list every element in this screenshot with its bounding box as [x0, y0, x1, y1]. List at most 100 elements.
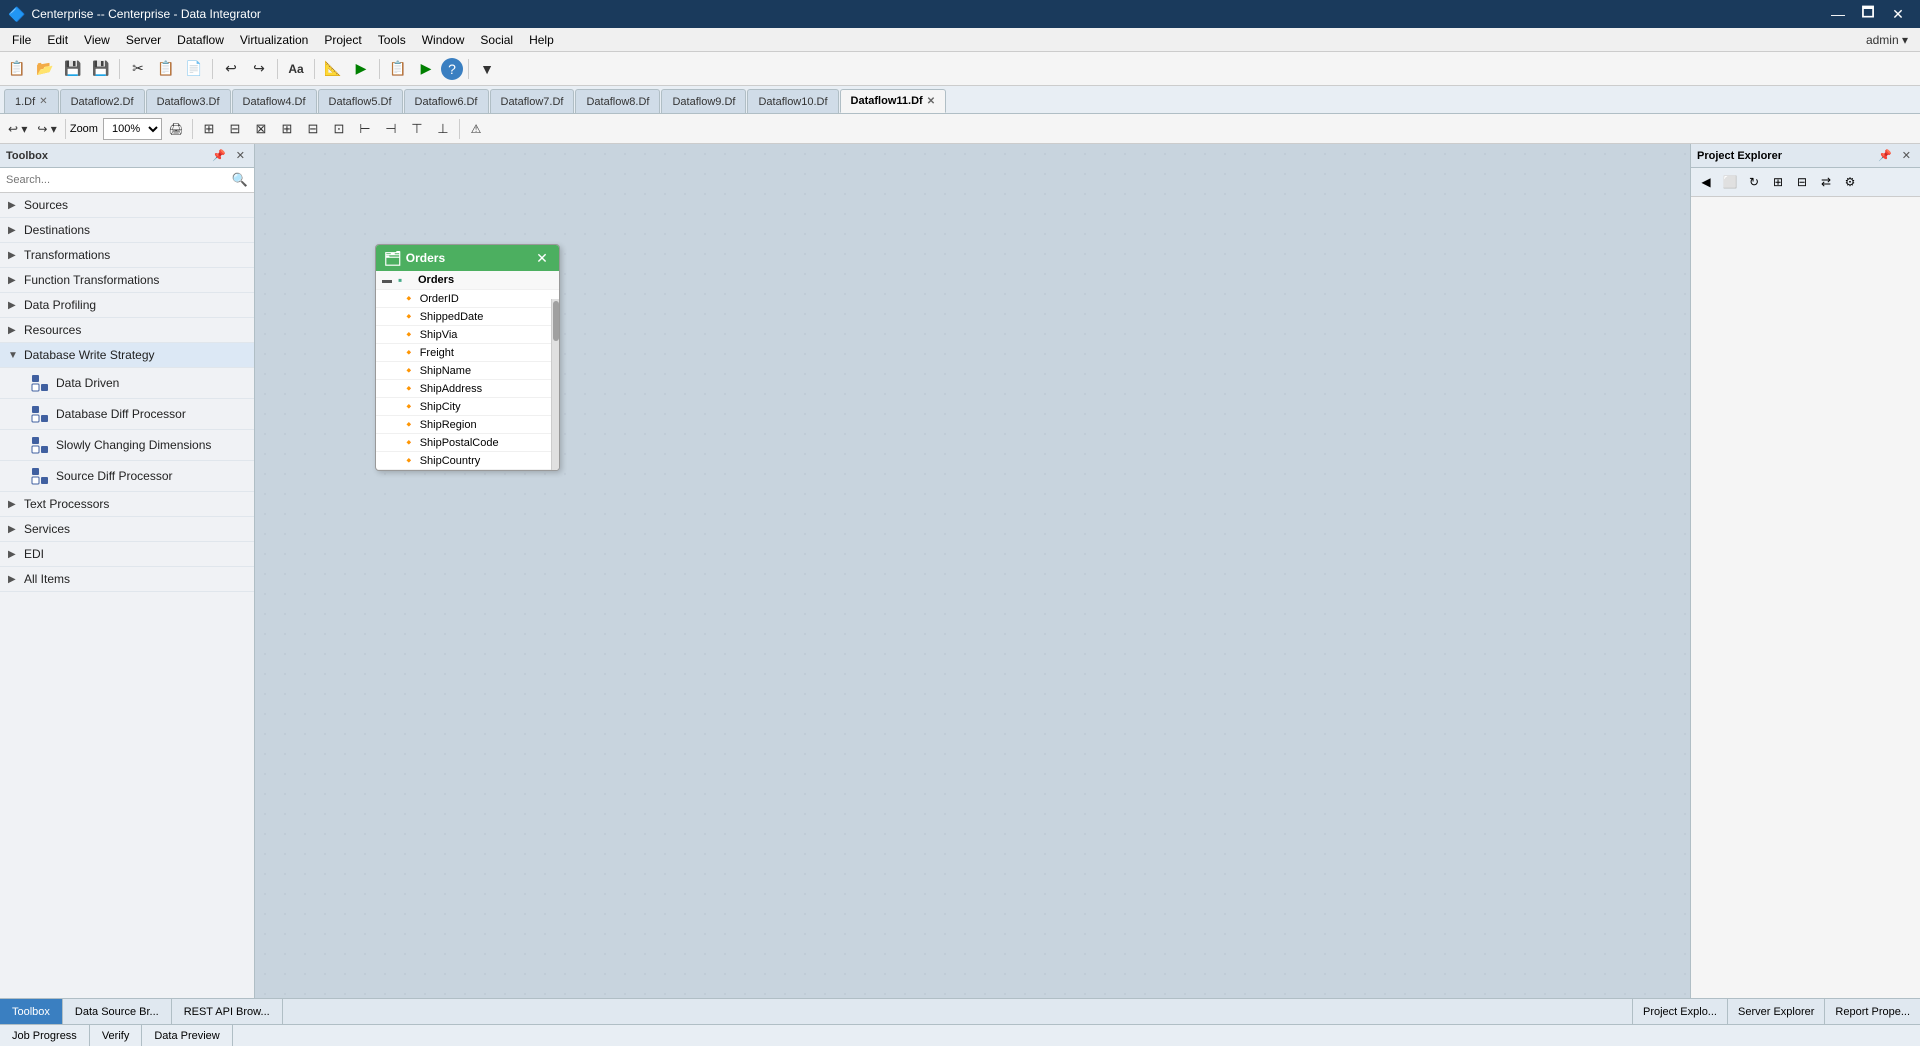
pe-close-button[interactable]: ✕	[1899, 148, 1914, 163]
orders-card-collapse-button[interactable]: ✕	[533, 249, 551, 267]
tab-1df[interactable]: 1.Df ✕	[4, 89, 59, 113]
align-left-button[interactable]: ⊞	[275, 117, 299, 141]
category-sources[interactable]: ▶ Sources	[0, 193, 254, 218]
redo-button[interactable]: ↪	[246, 56, 272, 82]
menu-social[interactable]: Social	[472, 31, 521, 49]
pe-sync-button[interactable]: ⇄	[1815, 171, 1837, 193]
status-tab-datasource[interactable]: Data Source Br...	[63, 999, 172, 1024]
category-text-processors[interactable]: ▶ Text Processors	[0, 492, 254, 517]
item-database-diff-processor[interactable]: Database Diff Processor	[0, 399, 254, 430]
print-button[interactable]: 🖨	[164, 117, 188, 141]
more-button[interactable]: ▼	[474, 56, 500, 82]
undo-button[interactable]: ↩	[218, 56, 244, 82]
search-input[interactable]	[6, 174, 232, 186]
status-report-properties[interactable]: Report Prope...	[1824, 999, 1920, 1024]
bottom-tab-data-preview[interactable]: Data Preview	[142, 1025, 232, 1046]
run-button[interactable]: ▶	[348, 56, 374, 82]
menu-edit[interactable]: Edit	[39, 31, 76, 49]
close-button[interactable]: ✕	[1884, 4, 1912, 24]
add-object-button[interactable]: 📐	[320, 56, 346, 82]
pe-settings-button[interactable]: ⚙	[1839, 171, 1861, 193]
pe-refresh-button[interactable]: ↻	[1743, 171, 1765, 193]
fit-width-button[interactable]: ⊟	[223, 117, 247, 141]
warning-button[interactable]: ⚠	[464, 117, 488, 141]
canvas-undo-button[interactable]: ↩ ▾	[4, 117, 31, 141]
distribute-button[interactable]: ⊥	[431, 117, 455, 141]
status-server-explorer[interactable]: Server Explorer	[1727, 999, 1824, 1024]
pe-back-button[interactable]: ◀	[1695, 171, 1717, 193]
menu-help[interactable]: Help	[521, 31, 562, 49]
menu-server[interactable]: Server	[118, 31, 169, 49]
tab-dataflow3[interactable]: Dataflow3.Df	[146, 89, 231, 113]
copy-button[interactable]: 📋	[153, 56, 179, 82]
tab-dataflow6[interactable]: Dataflow6.Df	[404, 89, 489, 113]
fit-height-button[interactable]: ⊠	[249, 117, 273, 141]
align-right-button[interactable]: ⊡	[327, 117, 351, 141]
tab-dataflow11-close[interactable]: ✕	[927, 96, 935, 107]
category-database-write-strategy[interactable]: ▼ Database Write Strategy	[0, 343, 254, 368]
maximize-button[interactable]: 🗖	[1854, 4, 1882, 24]
category-data-profiling[interactable]: ▶ Data Profiling	[0, 293, 254, 318]
tab-dataflow5[interactable]: Dataflow5.Df	[318, 89, 403, 113]
tab-dataflow4[interactable]: Dataflow4.Df	[232, 89, 317, 113]
menu-virtualization[interactable]: Virtualization	[232, 31, 316, 49]
bottom-tab-verify[interactable]: Verify	[90, 1025, 143, 1046]
menu-window[interactable]: Window	[414, 31, 473, 49]
category-function-transformations[interactable]: ▶ Function Transformations	[0, 268, 254, 293]
pe-collapse-button[interactable]: ⊟	[1791, 171, 1813, 193]
cut-button[interactable]: ✂	[125, 56, 151, 82]
orders-scrollbar[interactable]	[551, 299, 559, 470]
user-menu[interactable]: admin ▾	[1858, 31, 1916, 49]
paste-button[interactable]: 📄	[181, 56, 207, 82]
run2-button[interactable]: ▶	[413, 56, 439, 82]
toolbox-close-button[interactable]: ✕	[233, 148, 248, 163]
status-tab-toolbox[interactable]: Toolbox	[0, 999, 63, 1024]
orders-card-icon: 🗂	[384, 250, 402, 267]
tab-dataflow7[interactable]: Dataflow7.Df	[490, 89, 575, 113]
canvas-area[interactable]: 🗂 Orders ✕ ▬ ▪ Orders 🔸 OrderID	[255, 144, 1690, 998]
category-all-items[interactable]: ▶ All Items	[0, 567, 254, 592]
status-project-explorer[interactable]: Project Explo...	[1632, 999, 1727, 1024]
menu-view[interactable]: View	[76, 31, 118, 49]
item-source-diff-processor[interactable]: Source Diff Processor	[0, 461, 254, 492]
fit-all-button[interactable]: ⊞	[197, 117, 221, 141]
align-top-button[interactable]: ⊢	[353, 117, 377, 141]
pe-forward-button[interactable]: ⬜	[1719, 171, 1741, 193]
category-resources[interactable]: ▶ Resources	[0, 318, 254, 343]
item-data-driven[interactable]: Data Driven	[0, 368, 254, 399]
clipboard-button[interactable]: 📋	[385, 56, 411, 82]
align-middle-button[interactable]: ⊣	[379, 117, 403, 141]
category-services[interactable]: ▶ Services	[0, 517, 254, 542]
orders-table-row[interactable]: ▬ ▪ Orders	[376, 271, 559, 290]
pe-pin-button[interactable]: 📌	[1875, 148, 1895, 163]
minimize-button[interactable]: —	[1824, 4, 1852, 24]
category-edi[interactable]: ▶ EDI	[0, 542, 254, 567]
category-transformations[interactable]: ▶ Transformations	[0, 243, 254, 268]
tab-dataflow11[interactable]: Dataflow11.Df ✕	[840, 89, 947, 113]
bottom-tab-job-progress[interactable]: Job Progress	[0, 1025, 90, 1046]
align-bottom-button[interactable]: ⊤	[405, 117, 429, 141]
menu-tools[interactable]: Tools	[370, 31, 414, 49]
tab-dataflow2[interactable]: Dataflow2.Df	[60, 89, 145, 113]
pe-expand-button[interactable]: ⊞	[1767, 171, 1789, 193]
save-all-button[interactable]: 💾	[88, 56, 114, 82]
help-button[interactable]: ?	[441, 58, 463, 80]
canvas-redo-button[interactable]: ↪ ▾	[33, 117, 60, 141]
save-button[interactable]: 💾	[60, 56, 86, 82]
tab-dataflow8[interactable]: Dataflow8.Df	[575, 89, 660, 113]
tab-dataflow10[interactable]: Dataflow10.Df	[747, 89, 838, 113]
menu-file[interactable]: File	[4, 31, 39, 49]
zoom-select[interactable]: 100% 50% 75% 125% 150% 200%	[103, 118, 162, 140]
orders-card[interactable]: 🗂 Orders ✕ ▬ ▪ Orders 🔸 OrderID	[375, 244, 560, 471]
open-button[interactable]: 📂	[32, 56, 58, 82]
menu-project[interactable]: Project	[316, 31, 369, 49]
tab-dataflow9[interactable]: Dataflow9.Df	[661, 89, 746, 113]
new-button[interactable]: 📋	[4, 56, 30, 82]
status-tab-restapi[interactable]: REST API Brow...	[172, 999, 283, 1024]
toolbox-pin-button[interactable]: 📌	[209, 148, 229, 163]
item-slowly-changing-dimensions[interactable]: Slowly Changing Dimensions	[0, 430, 254, 461]
category-destinations[interactable]: ▶ Destinations	[0, 218, 254, 243]
font-button[interactable]: Aa	[283, 56, 309, 82]
menu-dataflow[interactable]: Dataflow	[169, 31, 232, 49]
align-center-button[interactable]: ⊟	[301, 117, 325, 141]
